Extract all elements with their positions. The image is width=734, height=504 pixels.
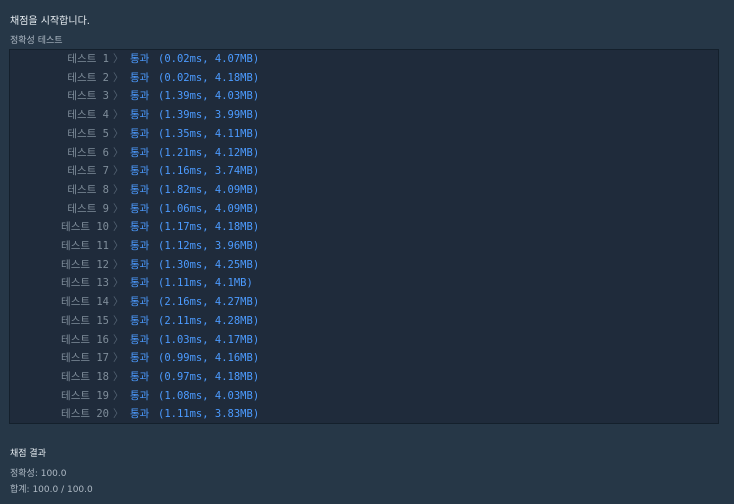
separator-icon: 〉: [113, 165, 124, 178]
test-results-panel[interactable]: 테스트 1 〉 통과 (0.02ms, 4.07MB) 테스트 2 〉 통과 (0.02ms,…: [9, 49, 719, 424]
test-time-memory: (1.06ms, 4.09MB): [158, 202, 260, 215]
test-name: 테스트 10: [61, 221, 109, 234]
test-time-memory: (1.03ms, 4.17MB): [158, 333, 260, 346]
test-status-pass: 통과: [130, 296, 150, 309]
test-name: 테스트 11: [61, 240, 109, 252]
total-score: 합계: 100.0 / 100.0: [10, 485, 93, 495]
separator-icon: 〉: [113, 389, 124, 402]
separator-icon: 〉: [113, 53, 124, 65]
test-time-memory: (1.39ms, 3.99MB): [158, 109, 260, 122]
test-status-pass: 통과: [130, 109, 150, 122]
grading-result-title: 채점 결과: [10, 449, 46, 459]
test-name: 테스트 8: [67, 183, 109, 196]
test-status-pass: 통과: [130, 53, 150, 65]
test-name: 테스트 18: [61, 370, 109, 383]
test-time-memory: (1.35ms, 4.11MB): [158, 127, 260, 140]
test-time-memory: (0.02ms, 4.18MB): [158, 71, 260, 84]
test-time-memory: (1.39ms, 4.03MB): [158, 90, 260, 103]
test-time-memory: (1.21ms, 4.12MB): [158, 146, 260, 159]
test-name: 테스트 19: [61, 389, 109, 402]
test-time-memory: (1.12ms, 3.96MB): [158, 240, 260, 252]
test-name: 테스트 16: [61, 333, 109, 346]
separator-icon: 〉: [113, 333, 124, 346]
separator-icon: 〉: [113, 240, 124, 252]
test-time-memory: (1.11ms, 3.83MB): [158, 408, 260, 421]
test-name: 테스트 9: [67, 202, 109, 215]
separator-icon: 〉: [113, 71, 124, 84]
separator-icon: 〉: [113, 127, 124, 140]
test-time-memory: (1.17ms, 4.18MB): [158, 221, 260, 234]
separator-icon: 〉: [113, 296, 124, 309]
test-status-pass: 통과: [130, 71, 150, 84]
test-status-pass: 통과: [130, 333, 150, 346]
test-name: 테스트 1: [67, 53, 109, 65]
test-name: 테스트 17: [61, 352, 109, 365]
accuracy-test-title: 정확성 테스트: [10, 36, 63, 46]
separator-icon: 〉: [113, 183, 124, 196]
separator-icon: 〉: [113, 202, 124, 215]
separator-icon: 〉: [113, 258, 124, 271]
test-time-memory: (0.99ms, 4.16MB): [158, 352, 260, 365]
test-name: 테스트 5: [67, 127, 109, 140]
test-status-pass: 통과: [130, 314, 150, 327]
test-name: 테스트 3: [67, 90, 109, 103]
separator-icon: 〉: [113, 370, 124, 383]
test-name: 테스트 4: [67, 109, 109, 122]
separator-icon: 〉: [113, 109, 124, 122]
test-name: 테스트 14: [61, 296, 109, 309]
test-time-memory: (1.16ms, 3.74MB): [158, 165, 260, 178]
grading-start-message: 채점을 시작합니다.: [10, 16, 90, 27]
test-name: 테스트 2: [67, 71, 109, 84]
test-name: 테스트 13: [61, 277, 109, 290]
test-time-memory: (2.11ms, 4.28MB): [158, 314, 260, 327]
separator-icon: 〉: [113, 146, 124, 159]
test-status-pass: 통과: [130, 127, 150, 140]
test-status-pass: 통과: [130, 389, 150, 402]
separator-icon: 〉: [113, 352, 124, 365]
test-status-pass: 통과: [130, 90, 150, 103]
test-status-pass: 통과: [130, 202, 150, 215]
test-name: 테스트 7: [67, 165, 109, 178]
test-status-pass: 통과: [130, 352, 150, 365]
test-name: 테스트 15: [61, 314, 109, 327]
test-time-memory: (1.30ms, 4.25MB): [158, 258, 260, 271]
test-status-pass: 통과: [130, 370, 150, 383]
test-time-memory: (1.82ms, 4.09MB): [158, 183, 260, 196]
test-name: 테스트 6: [67, 146, 109, 159]
separator-icon: 〉: [113, 408, 124, 421]
test-status-pass: 통과: [130, 165, 150, 178]
test-time-memory: (1.08ms, 4.03MB): [158, 389, 260, 402]
separator-icon: 〉: [113, 90, 124, 103]
test-status-pass: 통과: [130, 183, 150, 196]
separator-icon: 〉: [113, 277, 124, 290]
test-name: 테스트 12: [61, 258, 109, 271]
separator-icon: 〉: [113, 314, 124, 327]
test-status-pass: 통과: [130, 258, 150, 271]
test-status-pass: 통과: [130, 146, 150, 159]
test-status-pass: 통과: [130, 240, 150, 252]
accuracy-score: 정확성: 100.0: [10, 469, 67, 479]
test-name: 테스트 20: [61, 408, 109, 421]
test-status-pass: 통과: [130, 408, 150, 421]
test-status-pass: 통과: [130, 221, 150, 234]
test-time-memory: (0.02ms, 4.07MB): [158, 53, 260, 65]
test-status-pass: 통과: [130, 277, 150, 290]
test-time-memory: (0.97ms, 4.18MB): [158, 370, 260, 383]
test-time-memory: (2.16ms, 4.27MB): [158, 296, 260, 309]
test-time-memory: (1.11ms, 4.1MB): [158, 277, 253, 290]
separator-icon: 〉: [113, 221, 124, 234]
